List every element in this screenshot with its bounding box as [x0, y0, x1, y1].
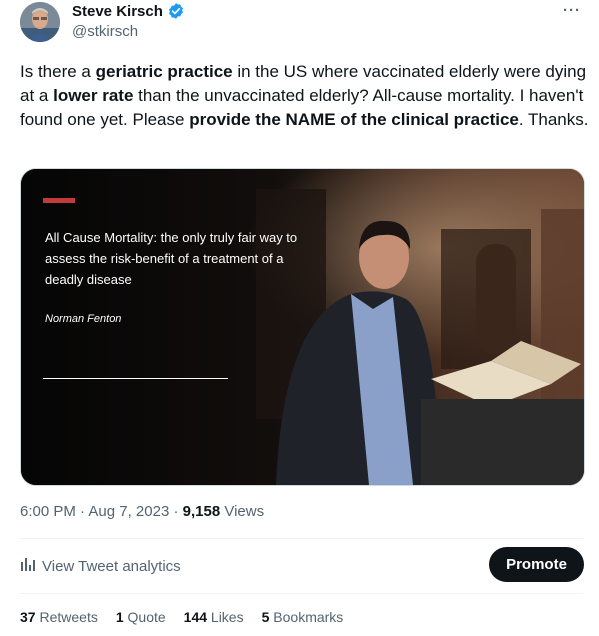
tweet-text-part: . Thanks. — [518, 110, 589, 129]
analytics-label[interactable]: View Tweet analytics — [42, 558, 181, 575]
tweet-meta: 6:00 PM · Aug 7, 2023 · 9,158 Views — [20, 503, 264, 520]
divider — [20, 593, 583, 594]
tweet: Steve Kirsch @stkirsch ··· Is there a ge… — [0, 0, 599, 636]
quotes-label: Quote — [127, 609, 166, 625]
more-options-icon[interactable]: ··· — [563, 2, 581, 19]
analytics-icon — [20, 556, 36, 576]
avatar-image — [20, 2, 60, 42]
accent-bar — [43, 198, 75, 203]
tweet-media-image[interactable]: All Cause Mortality: the only truly fair… — [20, 168, 585, 486]
tweet-date[interactable]: Aug 7, 2023 — [88, 503, 169, 520]
quotes-count: 1 — [115, 609, 124, 625]
bookmarks-stat[interactable]: 5 Bookmarks — [262, 609, 344, 625]
likes-stat[interactable]: 144 Likes — [184, 609, 244, 625]
tweet-time[interactable]: 6:00 PM — [20, 503, 76, 520]
retweets-label: Retweets — [39, 609, 98, 625]
meta-separator: · — [80, 503, 86, 520]
quotes-stat[interactable]: 1 Quote — [116, 609, 166, 625]
media-underline — [43, 378, 228, 379]
author-handle[interactable]: @stkirsch — [72, 23, 138, 40]
views-label: Views — [224, 503, 265, 520]
author-name[interactable]: Steve Kirsch — [72, 3, 163, 20]
avatar[interactable] — [20, 2, 60, 42]
likes-count: 144 — [183, 609, 208, 625]
tweet-text-bold: provide the NAME of the clinical practic… — [189, 110, 519, 129]
media-quote-text: All Cause Mortality: the only truly fair… — [45, 230, 298, 287]
library-photo — [21, 169, 584, 485]
tweet-text-bold: lower rate — [53, 86, 134, 105]
divider — [20, 538, 583, 539]
views-count: 9,158 — [182, 503, 221, 520]
tweet-text-part: Is there a — [20, 62, 96, 81]
bookmarks-label: Bookmarks — [273, 609, 344, 625]
likes-label: Likes — [210, 609, 244, 625]
tweet-text: Is there a geriatric practice in the US … — [20, 60, 590, 132]
tweet-text-bold: geriatric practice — [95, 62, 233, 81]
bookmarks-count: 5 — [261, 609, 270, 625]
engagement-stats: 37 Retweets 1 Quote 144 Likes 5 Bookmark… — [20, 609, 343, 625]
view-tweet-analytics-link[interactable]: View Tweet analytics — [20, 556, 181, 576]
verified-badge-icon — [167, 2, 185, 20]
media-quote-author: Norman Fenton — [45, 313, 122, 325]
retweets-count: 37 — [20, 609, 36, 625]
author-name-row[interactable]: Steve Kirsch — [72, 2, 185, 20]
meta-separator: · — [173, 503, 179, 520]
retweets-stat[interactable]: 37 Retweets — [20, 609, 98, 625]
promote-button[interactable]: Promote — [489, 547, 584, 582]
